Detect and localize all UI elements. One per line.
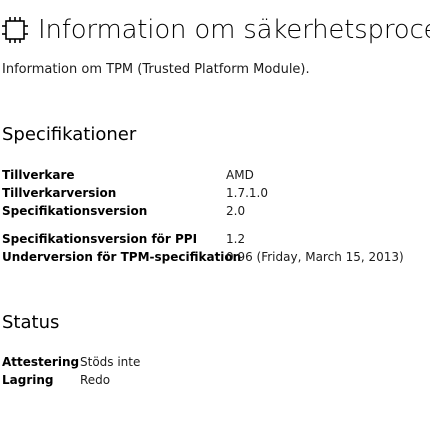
status-label: Attestering bbox=[2, 355, 80, 369]
spec-label: Specifikationsversion bbox=[2, 204, 148, 218]
status-heading: Status bbox=[2, 312, 60, 333]
spec-value: 1.2 bbox=[226, 232, 246, 246]
status-value: Redo bbox=[80, 373, 111, 387]
page-subtitle: Information om TPM (Trusted Platform Mod… bbox=[2, 62, 310, 77]
status-label: Lagring bbox=[2, 373, 54, 387]
spec-label: Specifikationsversion för PPI bbox=[2, 232, 198, 246]
status-value: Stöds inte bbox=[80, 355, 141, 369]
chip-icon bbox=[2, 17, 28, 43]
spec-value: 2.0 bbox=[226, 204, 246, 218]
spec-label: Tillverkare bbox=[2, 168, 75, 182]
page-title: Information om säkerhetsprocessor bbox=[38, 15, 430, 45]
spec-value: 1.7.1.0 bbox=[226, 186, 268, 200]
specifications-heading: Specifikationer bbox=[2, 124, 137, 145]
spec-value: 0.96 (Friday, March 15, 2013) bbox=[226, 250, 404, 264]
spec-value: AMD bbox=[226, 168, 254, 182]
spec-label: Tillverkarversion bbox=[2, 186, 117, 200]
spec-label: Underversion för TPM-specifikation bbox=[2, 250, 242, 264]
page-header: Information om säkerhetsprocessor bbox=[2, 12, 430, 48]
